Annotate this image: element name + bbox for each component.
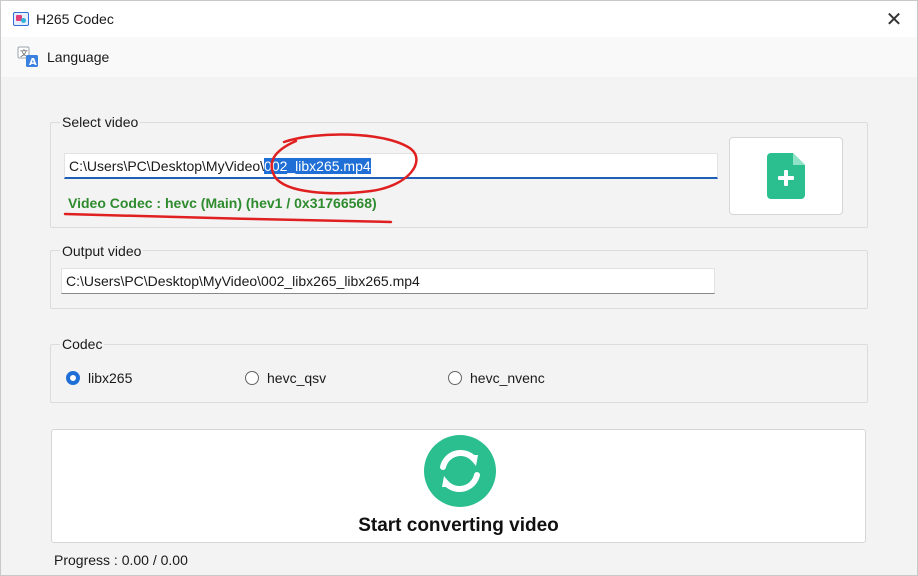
- radio-selected-icon: [66, 371, 80, 385]
- menu-bar: 文 A Language: [1, 37, 917, 77]
- codec-option-label: libx265: [88, 370, 133, 386]
- output-video-label: Output video: [60, 243, 144, 259]
- radio-unselected-icon: [245, 371, 259, 385]
- codec-option-label: hevc_nvenc: [470, 370, 545, 386]
- progress-text: Progress : 0.00 / 0.00: [54, 552, 188, 568]
- input-path-selected: 002_libx265.mp4: [264, 158, 371, 174]
- codec-option-libx265[interactable]: libx265: [66, 370, 132, 386]
- file-add-icon: [767, 153, 805, 199]
- app-logo-icon: [13, 12, 29, 26]
- codec-option-hevc-nvenc[interactable]: hevc_nvenc: [448, 370, 545, 386]
- codec-label: Codec: [60, 336, 105, 352]
- sync-icon: [424, 435, 496, 507]
- menu-item-language[interactable]: Language: [47, 49, 109, 65]
- codec-option-label: hevc_qsv: [267, 370, 327, 386]
- title-bar: H265 Codec ✕: [1, 1, 917, 37]
- translate-icon[interactable]: 文 A: [17, 46, 39, 68]
- add-video-button[interactable]: [729, 137, 843, 215]
- output-video-path-field[interactable]: C:\Users\PC\Desktop\MyVideo\002_libx265_…: [61, 268, 715, 294]
- svg-text:A: A: [29, 57, 37, 68]
- video-codec-info: Video Codec : hevc (Main) (hev1 / 0x3176…: [68, 195, 377, 211]
- close-button[interactable]: ✕: [871, 1, 917, 37]
- start-converting-button[interactable]: Start converting video: [51, 429, 866, 543]
- output-path-text: C:\Users\PC\Desktop\MyVideo\002_libx265_…: [66, 273, 420, 289]
- select-video-label: Select video: [60, 114, 141, 130]
- input-path-prefix: C:\Users\PC\Desktop\MyVideo\: [69, 158, 265, 174]
- window-title: H265 Codec: [36, 11, 114, 27]
- radio-unselected-icon: [448, 371, 462, 385]
- codec-option-hevc-qsv[interactable]: hevc_qsv: [245, 370, 326, 386]
- close-icon: ✕: [885, 8, 903, 31]
- start-converting-label: Start converting video: [358, 515, 559, 536]
- input-video-path-field[interactable]: C:\Users\PC\Desktop\MyVideo\002_libx265.…: [64, 153, 718, 179]
- app-window: H265 Codec ✕ 文 A Language Select video C…: [0, 0, 918, 576]
